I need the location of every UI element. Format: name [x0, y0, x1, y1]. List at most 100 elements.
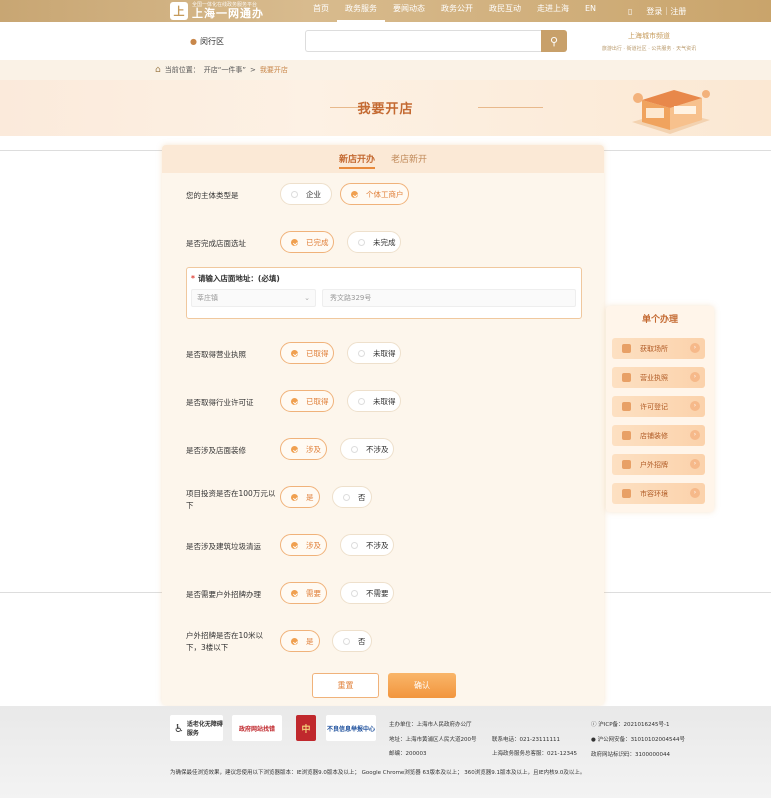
- option-individual-business[interactable]: 个体工商户: [340, 183, 409, 205]
- top-nav-bar: 上 全国一体化在线政务服务平台 上海一网通办 首页 政务服务 要闻动态 政务公开…: [0, 0, 771, 22]
- side-item-permit-registration[interactable]: 许可登记 ›: [612, 396, 705, 417]
- side-panel-title: 单个办理: [641, 315, 678, 325]
- town-select[interactable]: 莘庄镇 ⌄: [191, 289, 316, 307]
- nav-news[interactable]: 要闻动态: [385, 0, 433, 22]
- tabs-bar: [162, 145, 604, 173]
- option-not-involved[interactable]: 不涉及: [340, 438, 394, 460]
- form-card: [162, 145, 604, 705]
- breadcrumb-prefix: 当前位置：: [164, 66, 200, 74]
- home-icon[interactable]: ⌂: [155, 65, 161, 75]
- radio-icon: [291, 190, 298, 198]
- option-no[interactable]: 否: [332, 486, 372, 508]
- question-business-license: 是否取得营业执照: [186, 350, 246, 359]
- radio-icon: [351, 589, 358, 597]
- breadcrumb-current: 我要开店: [259, 66, 288, 74]
- tab-old-shop[interactable]: 老店新开: [391, 152, 427, 165]
- nav-english[interactable]: EN: [577, 0, 604, 22]
- arrow-right-icon: ›: [690, 430, 700, 440]
- site-logo[interactable]: 上 全国一体化在线政务服务平台 上海一网通办: [170, 0, 264, 22]
- footer-phone: 联系电话：021-23111111: [492, 737, 560, 743]
- footer-service-phone: 上海政务服务总客服：021-12345: [492, 751, 577, 757]
- check-icon: [291, 589, 298, 597]
- city-channel-sub: 旅游出行 · 街道社区 · 公共服务 · 天气资讯: [601, 46, 697, 52]
- option-yes[interactable]: 是: [280, 486, 320, 508]
- option-not-completed[interactable]: 未完成: [347, 231, 401, 253]
- footer-police[interactable]: ● 沪公网安备：31010102004544号: [591, 735, 685, 743]
- location-pin-icon: ●: [190, 37, 197, 46]
- arrow-right-icon: ›: [690, 459, 700, 469]
- city-channel-title: 上海城市频道: [628, 32, 670, 40]
- check-icon: [291, 637, 298, 645]
- check-icon: [291, 445, 298, 453]
- reset-button[interactable]: 重置: [312, 673, 379, 698]
- login-register-link[interactable]: 登录｜注册: [646, 6, 686, 17]
- check-icon: [291, 238, 298, 246]
- question-sign-size: 户外招牌是否在10米以下，3楼以下: [186, 631, 264, 652]
- arrow-right-icon: ›: [690, 488, 700, 498]
- nav-about-shanghai[interactable]: 走进上海: [529, 0, 577, 22]
- check-icon: [351, 190, 358, 198]
- search-button[interactable]: ⚲: [541, 30, 567, 52]
- district-selector[interactable]: ● 闵行区: [190, 36, 224, 47]
- option-enterprise[interactable]: 企业: [280, 183, 332, 205]
- option-obtained[interactable]: 已取得: [280, 342, 334, 364]
- confirm-button[interactable]: 确认: [388, 673, 456, 698]
- accessibility-service-logo[interactable]: ♿ 适老化无障碍服务: [170, 715, 223, 741]
- radio-icon: [358, 238, 365, 246]
- breadcrumb-level1[interactable]: 开店“一件事”: [204, 65, 246, 75]
- environment-icon: [622, 489, 631, 498]
- bad-info-report-logo[interactable]: 不良信息举报中心: [326, 715, 376, 741]
- logo-subtitle: 全国一体化在线政务服务平台: [192, 2, 258, 8]
- option-obtained[interactable]: 已取得: [280, 390, 334, 412]
- footer-icp[interactable]: ⓘ 沪ICP备：2021016245号-1: [591, 720, 670, 728]
- side-item-shop-renovation[interactable]: 店铺装修 ›: [612, 425, 705, 446]
- nav-gov-open[interactable]: 政务公开: [433, 0, 481, 22]
- option-involved[interactable]: 涉及: [280, 534, 327, 556]
- nav-interaction[interactable]: 政民互动: [481, 0, 529, 22]
- question-entity-type: 您的主体类型是: [186, 191, 239, 200]
- footer-sponsor: 主办单位：上海市人民政府办公厅: [389, 722, 472, 728]
- option-not-obtained[interactable]: 未取得: [347, 342, 401, 364]
- banner-line-right: [478, 107, 543, 108]
- arrow-right-icon: ›: [690, 372, 700, 382]
- option-not-needed[interactable]: 不需要: [340, 582, 394, 604]
- tab-new-shop[interactable]: 新店开办: [339, 152, 376, 169]
- side-item-business-license[interactable]: 营业执照 ›: [612, 367, 705, 388]
- option-no[interactable]: 否: [332, 630, 372, 652]
- option-not-obtained[interactable]: 未取得: [347, 390, 401, 412]
- search-input[interactable]: [305, 30, 541, 52]
- side-item-get-venue[interactable]: 获取场所 ›: [612, 338, 705, 359]
- option-yes[interactable]: 是: [280, 630, 320, 652]
- radio-icon: [351, 541, 358, 549]
- gov-site-report-logo[interactable]: 政府网站找错: [232, 715, 282, 741]
- footer-address: 地址：上海市黄浦区人民大道200号: [389, 737, 477, 743]
- venue-icon: [622, 344, 631, 353]
- option-needed[interactable]: 需要: [280, 582, 327, 604]
- radio-icon: [351, 445, 358, 453]
- question-industry-permit: 是否取得行业许可证: [186, 398, 254, 407]
- nav-home[interactable]: 首页: [305, 0, 337, 22]
- party-emblem-logo[interactable]: 中: [296, 715, 316, 741]
- question-outdoor-sign: 是否需要户外招牌办理: [186, 590, 261, 599]
- footer-site-code: 政府网站标识码：3100000044: [591, 752, 670, 758]
- nav-gov-services[interactable]: 政务服务: [337, 0, 385, 22]
- paint-roller-icon: [622, 431, 631, 440]
- check-icon: [291, 493, 298, 501]
- street-address-input[interactable]: 秀文路329号: [322, 289, 576, 307]
- search-row: ● 闵行区 ⚲ 上海城市频道 旅游出行 · 街道社区 · 公共服务 · 天气资讯: [0, 22, 771, 60]
- side-item-outdoor-sign[interactable]: 户外招牌 ›: [612, 454, 705, 475]
- option-involved[interactable]: 涉及: [280, 438, 327, 460]
- signboard-icon: [622, 460, 631, 469]
- breadcrumb: ⌂ 当前位置： 开店“一件事” > 我要开店: [0, 60, 771, 80]
- radio-icon: [343, 493, 350, 501]
- option-completed[interactable]: 已完成: [280, 231, 334, 253]
- option-not-involved[interactable]: 不涉及: [340, 534, 394, 556]
- accessibility-icon: ♿: [174, 721, 184, 735]
- search-icon: ⚲: [549, 34, 559, 48]
- city-channel[interactable]: 上海城市频道 旅游出行 · 街道社区 · 公共服务 · 天气资讯: [594, 31, 704, 52]
- side-item-city-environment[interactable]: 市容环境 ›: [612, 483, 705, 504]
- arrow-right-icon: ›: [690, 343, 700, 353]
- check-icon: [291, 397, 298, 405]
- license-icon: [622, 373, 631, 382]
- mobile-icon[interactable]: ▯: [628, 7, 632, 16]
